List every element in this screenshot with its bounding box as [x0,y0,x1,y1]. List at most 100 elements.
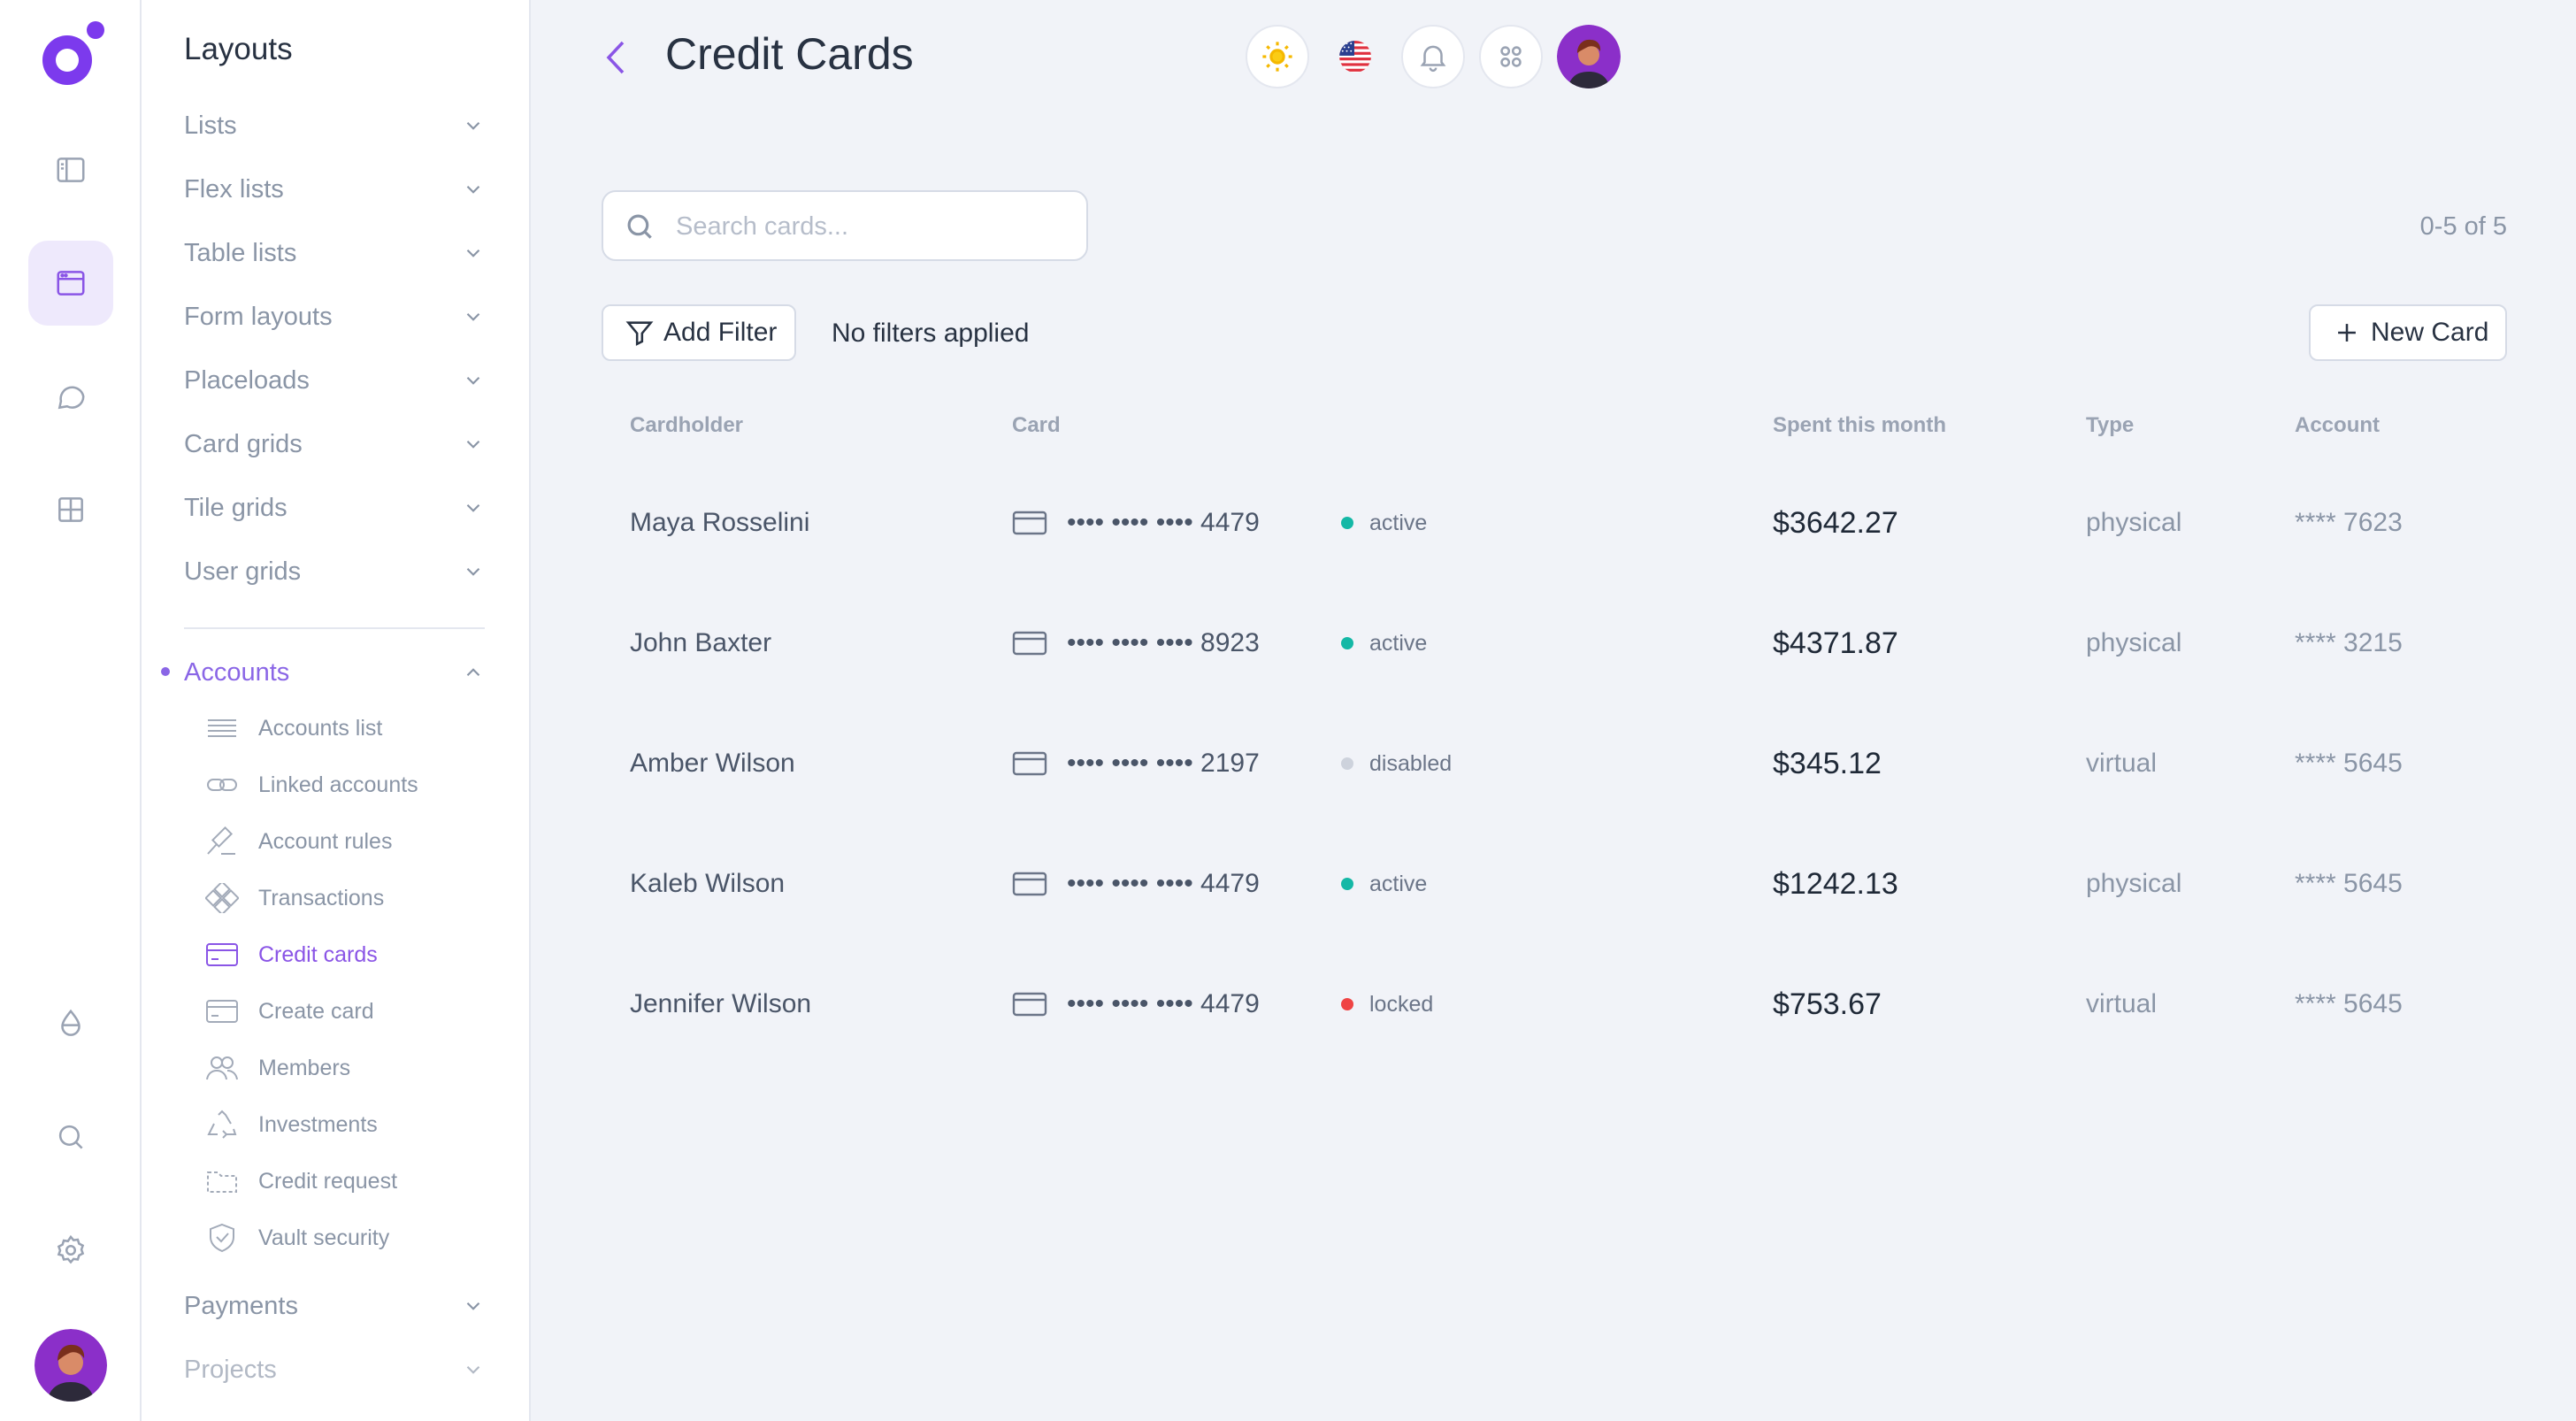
status-text: active [1369,871,1428,896]
table-row[interactable]: Kaleb Wilson •••• •••• •••• 4479 active … [602,824,2507,944]
subitem-label: Create card [258,998,374,1024]
back-button[interactable] [598,35,633,80]
us-flag-icon [1339,41,1371,73]
sidebar-toggle-icon[interactable] [28,127,113,212]
sidebar-item-card-grids[interactable]: Card grids [184,418,485,471]
column-header-cardholder[interactable]: Cardholder [630,413,743,438]
search-input[interactable] [674,204,1063,249]
subitem-vault-security[interactable]: Vault security [205,1214,488,1262]
theme-toggle-button[interactable] [1246,25,1309,88]
sidebar-item-placeloads[interactable]: Placeloads [184,354,485,407]
sidebar-title: Layouts [184,32,293,66]
subitem-linked-accounts[interactable]: Linked accounts [205,761,488,809]
sidebar-item-accounts[interactable]: Accounts [184,646,485,699]
search-icon [627,214,652,239]
filter-icon [625,321,654,346]
table-row[interactable]: Jennifer Wilson •••• •••• •••• 4479 lock… [602,944,2507,1064]
table-row[interactable]: Amber Wilson •••• •••• •••• 2197 disable… [602,703,2507,824]
app-logo[interactable] [34,19,108,94]
column-header-account[interactable]: Account [2295,413,2380,438]
grid-icon[interactable] [28,467,113,552]
sidebar-item-label: Tile grids [184,493,288,522]
subitem-credit-request[interactable]: Credit request [205,1157,488,1205]
sidebar-item-label: Flex lists [184,174,284,204]
link-icon [207,779,237,791]
transactions-icon [205,883,239,913]
subitem-create-card[interactable]: Create card [205,987,488,1035]
card-type: virtual [2086,749,2158,778]
cardholder-name: John Baxter [630,628,772,657]
subitem-credit-cards[interactable]: Credit cards [205,931,488,979]
table-row[interactable]: Maya Rosselini •••• •••• •••• 4479 activ… [602,463,2507,583]
subitem-members[interactable]: Members [205,1044,488,1092]
sidebar-item-payments[interactable]: Payments [184,1279,485,1333]
cardholder-name: Kaleb Wilson [630,869,786,898]
layouts-icon[interactable] [28,241,113,326]
page-title: Credit Cards [665,29,914,79]
search-icon[interactable] [28,1095,113,1179]
table-row[interactable]: John Baxter •••• •••• •••• 8923 active $… [602,583,2507,703]
cardholder-name: Amber Wilson [630,749,795,778]
add-filter-button[interactable]: Add Filter [602,304,796,361]
sidebar-divider [184,627,485,629]
sidebar-item-label: User grids [184,557,302,586]
spent-amount: $753.67 [1773,987,1882,1021]
sidebar-item-form-layouts[interactable]: Form layouts [184,290,485,343]
status-badge: active [1341,824,1427,944]
subitem-label: Account rules [258,828,393,854]
apps-button[interactable] [1479,25,1543,88]
status-dot [1341,757,1353,770]
spent-amount: $1242.13 [1773,866,1898,901]
subitem-transactions[interactable]: Transactions [205,874,488,922]
column-header-spent[interactable]: Spent this month [1773,413,1946,438]
account-number: **** 5645 [2295,749,2403,778]
sidebar-item-tile-grids[interactable]: Tile grids [184,481,485,534]
notifications-button[interactable] [1401,25,1465,88]
card-number-text: •••• •••• •••• 2197 [1067,749,1260,778]
settings-gear-icon[interactable] [28,1208,113,1293]
subitem-label: Credit request [258,1168,398,1194]
subitem-label: Investments [258,1111,378,1137]
account-number: **** 5645 [2295,989,2403,1018]
chevron-down-icon [466,567,480,576]
sidebar-item-flex-lists[interactable]: Flex lists [184,163,485,216]
header-avatar[interactable] [1557,25,1621,88]
subitem-label: Vault security [258,1225,390,1250]
user-avatar[interactable] [34,1329,107,1402]
card-number: •••• •••• •••• 4479 [1012,463,1260,583]
spent-amount: $3642.27 [1773,505,1898,540]
column-header-type[interactable]: Type [2086,413,2134,438]
cardholder-name: Maya Rosselini [630,508,810,537]
chevron-down-icon [466,1302,480,1310]
sidebar-item-projects[interactable]: Projects [184,1343,485,1396]
chevron-down-icon [466,312,480,321]
status-text: active [1369,630,1428,656]
card-number: •••• •••• •••• 8923 [1012,583,1260,703]
card-number: •••• •••• •••• 4479 [1012,944,1260,1064]
status-text: locked [1369,991,1434,1017]
sidebar-item-user-grids[interactable]: User grids [184,545,485,598]
bell-icon [1420,45,1446,73]
messages-icon[interactable] [28,354,113,439]
spent-amount: $345.12 [1773,746,1882,780]
column-header-card[interactable]: Card [1012,413,1061,438]
card-number: •••• •••• •••• 4479 [1012,824,1260,944]
theme-drop-icon[interactable] [28,981,113,1066]
card-type: physical [2086,508,2182,537]
sidebar-item-table-lists[interactable]: Table lists [184,227,485,280]
subitem-accounts-list[interactable]: Accounts list [205,704,488,752]
filter-status: No filters applied [832,319,1030,348]
credit-card-icon [1012,751,1047,776]
members-icon [206,1056,238,1080]
new-card-button[interactable]: New Card [2309,304,2507,361]
chevron-up-icon [466,668,480,677]
recycle-icon [207,1110,237,1139]
subitem-investments[interactable]: Investments [205,1101,488,1148]
main-content: Credit Cards Search cards... 0-5 of 5 Ad… [531,0,2576,1421]
subitem-account-rules[interactable]: Account rules [205,818,488,865]
card-type: physical [2086,628,2182,657]
sidebar-item-lists[interactable]: Lists [184,99,485,152]
sidebar-item-label: Accounts [184,657,290,687]
status-text: disabled [1369,750,1453,776]
language-button[interactable] [1323,25,1387,88]
